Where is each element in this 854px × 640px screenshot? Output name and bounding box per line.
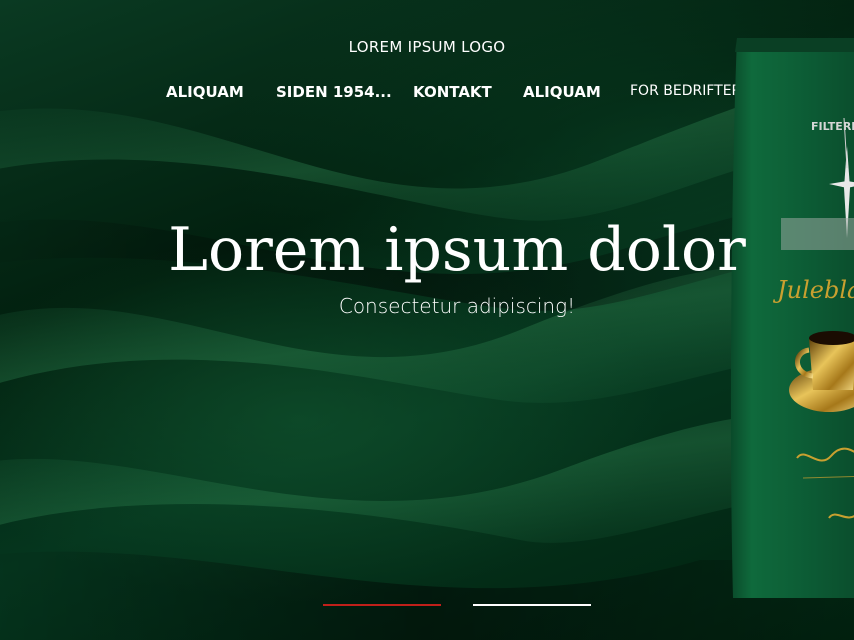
slide-indicator-1[interactable] [323,604,441,606]
nav-item-for-bedrifter-label: FOR BEDRIFTER [630,83,742,99]
nav-item-aliquam-2[interactable]: ALIQUAM [523,83,601,101]
slide-indicator-2[interactable] [473,604,591,606]
coffee-package-graphic: FILTERMALT Juleblanding [730,38,854,598]
nav-item-kontakt[interactable]: KONTAKT [413,83,492,101]
package-brand-text: FILTERMALT [811,120,854,133]
slide-indicators [0,600,854,612]
hero-title: Lorem ipsum dolor [168,215,746,285]
main-nav: ALIQUAM SIDEN 1954... KONTAKT ALIQUAM FO… [0,83,854,105]
hero-subtitle: Consectetur adipiscing! [338,294,576,318]
coffee-package-image: FILTERMALT Juleblanding [729,38,854,598]
nav-item-aliquam-1[interactable]: ALIQUAM [166,83,244,101]
site-logo[interactable]: LOREM IPSUM LOGO [0,38,854,56]
hero-banner: LOREM IPSUM LOGO ALIQUAM SIDEN 1954... K… [0,0,854,640]
nav-item-siden-1954[interactable]: SIDEN 1954... [276,83,392,101]
